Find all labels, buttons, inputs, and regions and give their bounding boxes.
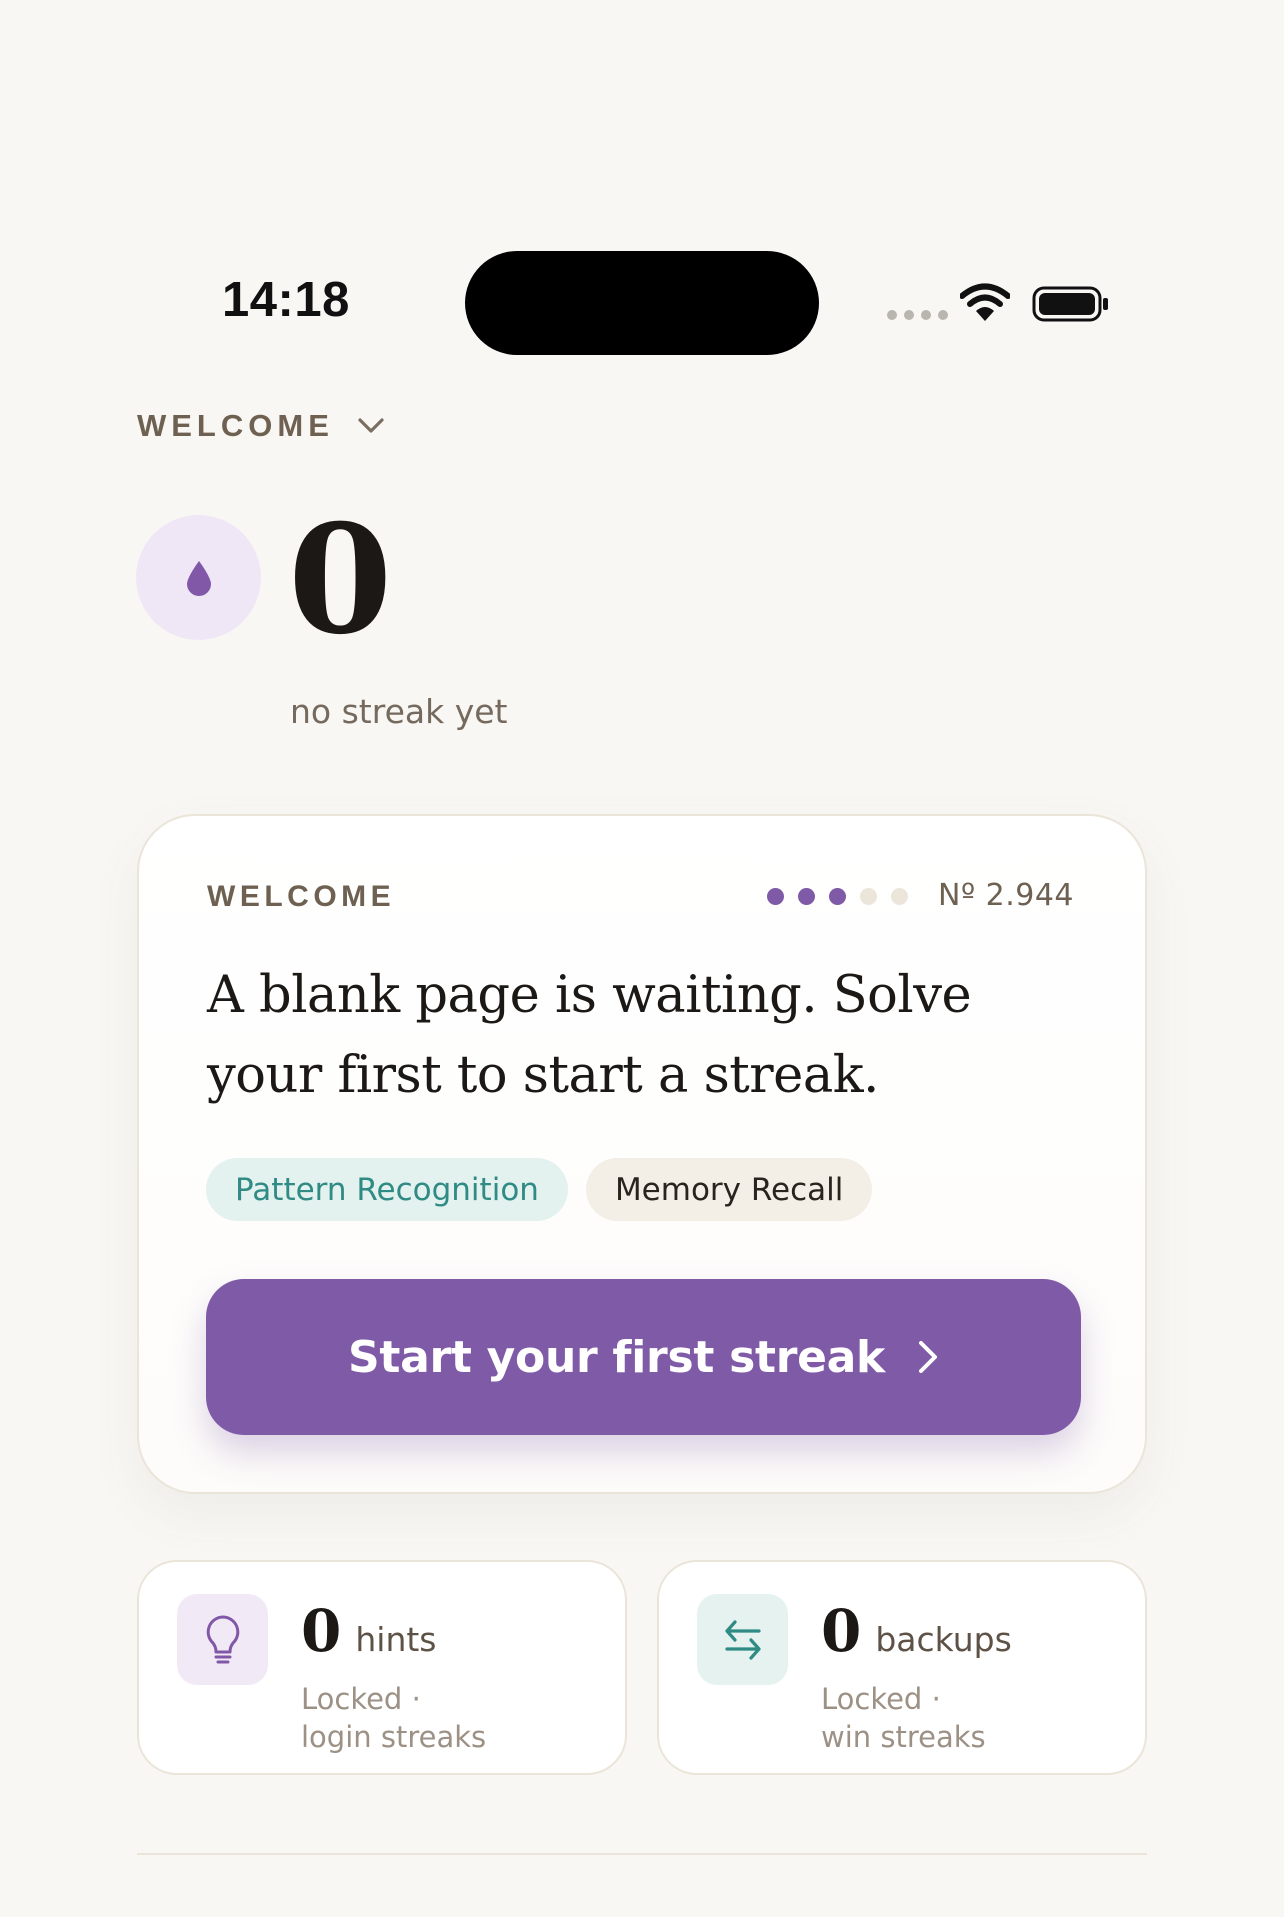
progress-dot-empty <box>891 888 908 905</box>
progress-dots <box>767 888 908 905</box>
backups-count: 0 <box>821 1597 862 1665</box>
wifi-icon <box>960 283 1010 321</box>
hints-icon-tile <box>177 1594 268 1685</box>
start-streak-button[interactable]: Start your first streak <box>206 1279 1081 1435</box>
start-streak-button-label: Start your first streak <box>348 1331 885 1383</box>
dynamic-island <box>465 251 819 355</box>
lightbulb-icon <box>206 1615 239 1663</box>
hints-status: Locked · login streaks <box>301 1680 486 1756</box>
battery-icon <box>1032 286 1108 322</box>
streak-count: 0 <box>288 492 393 668</box>
hints-unit: hints <box>355 1620 437 1659</box>
drop-icon <box>186 560 211 596</box>
streak-badge <box>136 515 261 640</box>
progress-dot-filled <box>798 888 815 905</box>
card-eyebrow: WELCOME <box>207 880 396 913</box>
skill-tags: Pattern Recognition Memory Recall <box>206 1158 873 1221</box>
chevron-down-icon <box>358 418 384 433</box>
chevron-right-icon <box>919 1341 937 1373</box>
card-heading: A blank page is waiting. Solve your firs… <box>207 966 972 1105</box>
welcome-dropdown[interactable]: WELCOME <box>137 408 386 444</box>
tag-memory-recall: Memory Recall <box>585 1158 873 1221</box>
backups-card: 0 backups Locked · win streaks <box>657 1560 1147 1775</box>
hints-count: 0 <box>301 1597 342 1665</box>
hints-card: 0 hints Locked · login streaks <box>137 1560 627 1775</box>
backups-unit: backups <box>875 1620 1012 1659</box>
hints-status-line1: Locked · <box>301 1682 421 1716</box>
puzzle-number: Nº 2.944 <box>938 878 1074 913</box>
hints-status-line2: login streaks <box>301 1720 487 1754</box>
status-time: 14:18 <box>222 273 350 327</box>
progress-dot-empty <box>860 888 877 905</box>
streak-caption: no streak yet <box>290 692 508 731</box>
backups-count-line: 0 backups <box>821 1596 1012 1666</box>
backups-icon-tile <box>697 1594 788 1685</box>
backups-status: Locked · win streaks <box>821 1680 986 1756</box>
tag-pattern-recognition: Pattern Recognition <box>206 1158 568 1221</box>
section-divider <box>137 1853 1147 1855</box>
progress-dot-filled <box>767 888 784 905</box>
backups-status-line2: win streaks <box>821 1720 986 1754</box>
progress-dot-filled <box>829 888 846 905</box>
cellular-signal-icon <box>887 310 948 320</box>
welcome-dropdown-label: WELCOME <box>137 408 334 443</box>
hints-count-line: 0 hints <box>301 1596 437 1666</box>
challenge-card: WELCOME Nº 2.944 A blank page is waiting… <box>137 814 1147 1494</box>
backups-status-line1: Locked · <box>821 1682 941 1716</box>
swap-arrows-icon <box>724 1619 761 1660</box>
